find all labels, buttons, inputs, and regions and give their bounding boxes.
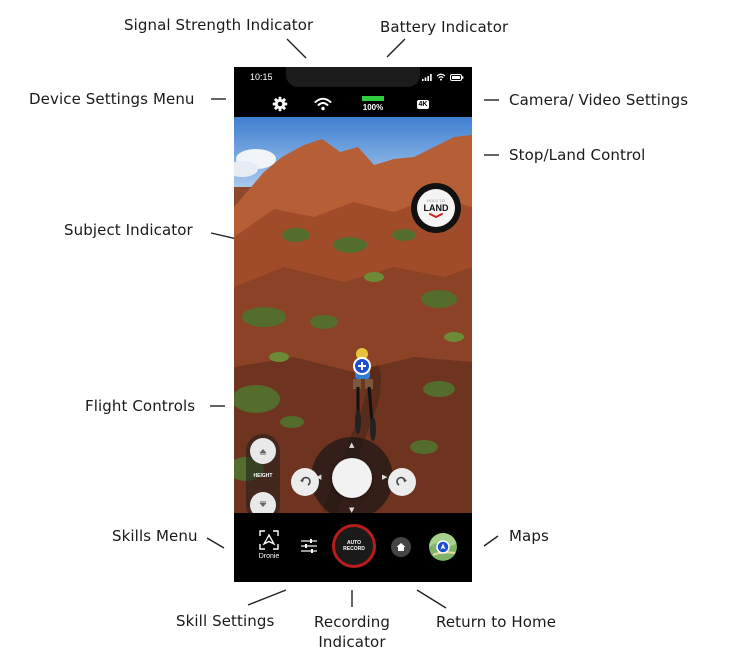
land-text: LAND — [423, 203, 449, 213]
height-up-button[interactable] — [250, 438, 276, 464]
map-icon — [429, 533, 457, 561]
sliders-icon — [301, 539, 317, 553]
maps-button[interactable] — [429, 533, 457, 561]
joystick-down-arrow: ▼ — [349, 506, 355, 513]
record-label: AUTO RECORD — [343, 540, 365, 552]
battery-percent: 100% — [362, 103, 384, 112]
chevron-down-icon — [259, 501, 267, 507]
subject-indicator[interactable] — [353, 357, 371, 375]
skill-label: Dronie — [258, 553, 280, 560]
height-label: HEIGHT — [253, 473, 273, 479]
height-down-button[interactable] — [250, 492, 276, 513]
callout-stop-land: Stop/Land Control — [509, 146, 646, 164]
top-toolbar: 100% 4K — [234, 91, 472, 117]
height-control: HEIGHT — [246, 434, 280, 513]
skill-settings-button[interactable] — [298, 535, 320, 557]
rotate-right-icon — [396, 476, 407, 486]
rotate-left-icon — [300, 476, 311, 486]
rotate-left-button[interactable] — [291, 468, 319, 496]
camera-mode-badge: 4K — [416, 99, 430, 109]
joystick-knob[interactable] — [332, 458, 372, 498]
chevron-up-icon — [259, 449, 267, 455]
status-icons — [422, 73, 464, 81]
return-to-home-button[interactable] — [391, 537, 411, 557]
recording-indicator-button[interactable]: AUTO RECORD — [332, 524, 376, 568]
land-button-face: HOLD TO LAND — [417, 189, 455, 227]
callout-return-home: Return to Home — [436, 613, 557, 631]
joystick-right-arrow: ▶ — [382, 473, 388, 481]
status-bar: 10:15 — [234, 67, 472, 91]
phone-screen: 10:15 100% 4K HOLD TO LAND HEIGHT ▲ ▼ ◀ … — [234, 67, 472, 582]
callout-device-settings: Device Settings Menu — [29, 90, 195, 108]
callout-signal-strength: Signal Strength Indicator — [124, 16, 314, 34]
phone-battery-icon — [450, 73, 464, 81]
skills-menu-button[interactable]: Dronie — [254, 529, 284, 569]
bottom-toolbar: Dronie AUTO RECORD — [234, 513, 472, 582]
battery-icon — [362, 96, 384, 101]
callout-flight-controls: Flight Controls — [85, 397, 196, 415]
callout-subject: Subject Indicator — [64, 221, 193, 239]
rotate-right-button[interactable] — [388, 468, 416, 496]
wifi-icon — [314, 97, 332, 111]
flight-joystick[interactable]: ▲ ▼ ◀ ▶ — [311, 437, 393, 513]
callout-recording: Recording Indicator — [314, 613, 390, 651]
callout-skill-settings: Skill Settings — [176, 612, 275, 630]
callout-battery: Battery Indicator — [380, 18, 509, 36]
signal-icon — [422, 73, 432, 81]
wifi-status-icon — [436, 73, 446, 81]
callout-skills-menu: Skills Menu — [112, 527, 198, 545]
camera-video-settings-button[interactable]: 4K — [412, 91, 434, 117]
dronie-skill-icon — [259, 530, 279, 550]
gear-icon — [272, 96, 288, 112]
plus-icon — [358, 362, 366, 370]
battery-indicator: 100% — [358, 91, 388, 117]
callout-camera-video: Camera/ Video Settings — [509, 91, 689, 109]
callout-maps: Maps — [509, 527, 549, 545]
camera-viewport[interactable]: HOLD TO LAND HEIGHT ▲ ▼ ◀ ▶ — [234, 117, 472, 513]
joystick-up-arrow: ▲ — [349, 441, 355, 449]
phone-notch — [286, 67, 420, 87]
device-settings-button[interactable] — [269, 91, 291, 117]
stop-land-button[interactable]: HOLD TO LAND — [411, 183, 461, 233]
chevron-down-red-icon — [429, 213, 443, 218]
status-time: 10:15 — [250, 72, 273, 82]
home-icon — [396, 543, 406, 551]
signal-strength-indicator — [312, 91, 334, 117]
